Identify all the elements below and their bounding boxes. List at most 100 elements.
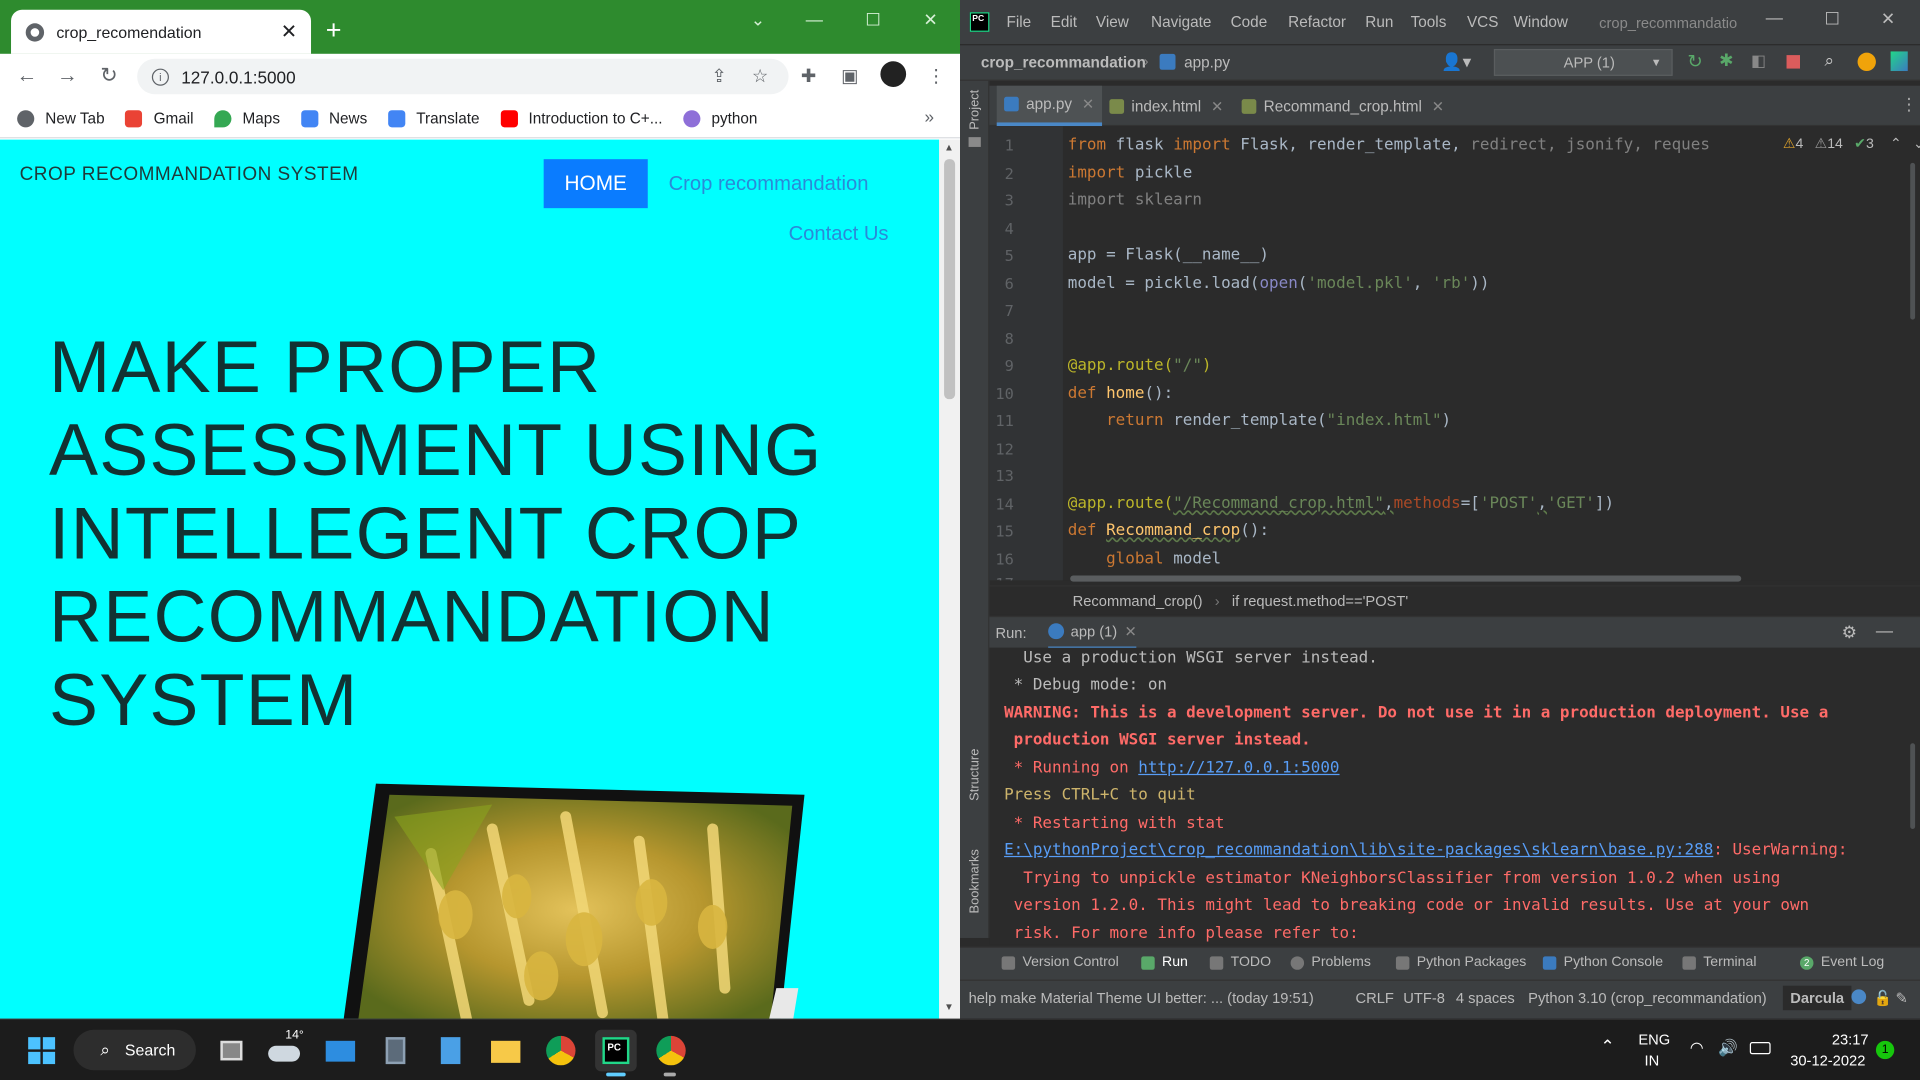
clock-time[interactable]: 23:17	[1832, 1031, 1869, 1048]
tab-options-icon[interactable]: ⋮	[1900, 94, 1917, 115]
structure-tool-label[interactable]: Structure	[967, 749, 982, 801]
run-console[interactable]: Use a production WSGI server instead. * …	[989, 647, 1920, 945]
tab-close-icon[interactable]: ✕	[1211, 97, 1223, 114]
bookmark-new-tab[interactable]: New Tab	[17, 109, 105, 127]
notification-icon[interactable]: ✎	[1896, 989, 1908, 1006]
server-url-link[interactable]: http://127.0.0.1:5000	[1138, 759, 1339, 777]
scroll-up-icon[interactable]: ▲	[944, 142, 954, 153]
tool-version-control[interactable]: Version Control	[1001, 955, 1119, 970]
bookmark-python[interactable]: python	[683, 109, 757, 127]
notification-badge[interactable]: 1	[1875, 1040, 1895, 1060]
project-name[interactable]: crop_recommandation	[981, 54, 1146, 71]
gear-icon[interactable]: ⚙	[1842, 622, 1857, 643]
tool-python-console[interactable]: Python Console	[1542, 955, 1663, 970]
language-ind[interactable]: ENG	[1638, 1031, 1670, 1048]
tab-close-icon[interactable]: ✕	[1125, 623, 1137, 640]
inspection-widget[interactable]: ⚠4 ⚠14 ✔3 ⌃ ⌄	[1783, 135, 1920, 152]
scrollbar-thumb[interactable]	[944, 159, 956, 400]
editor-scrollbar[interactable]	[1910, 162, 1916, 320]
run-config-select[interactable]: APP (1) ▼	[1493, 48, 1673, 76]
coverage-icon[interactable]: ◧	[1751, 51, 1766, 71]
project-tool-label[interactable]: Project	[967, 90, 982, 130]
breadcrumb-function[interactable]: Recommand_crop()	[1073, 592, 1203, 609]
file-explorer-icon[interactable]	[485, 1030, 527, 1072]
rerun-icon[interactable]: ↻	[1687, 50, 1702, 72]
menu-code[interactable]: Code	[1231, 13, 1268, 30]
site-info-icon[interactable]: i	[151, 67, 169, 86]
tab-close-icon[interactable]: ✕	[1432, 97, 1444, 114]
taskbar-search[interactable]: ⌕ Search	[73, 1029, 196, 1071]
menu-refactor[interactable]: Refactor	[1288, 13, 1346, 30]
code-editor[interactable]: 1 2 3 4 5 6 7 8 9 10 11 12 13 14 15 16 1…	[989, 126, 1920, 582]
notepad-icon[interactable]	[430, 1030, 472, 1072]
bookmark-gmail[interactable]: Gmail	[125, 109, 194, 127]
volume-icon[interactable]: 🔊	[1718, 1038, 1738, 1058]
menu-view[interactable]: View	[1096, 13, 1129, 30]
bookmark-maps[interactable]: Maps	[214, 109, 280, 127]
new-tab-button[interactable]: +	[326, 17, 342, 44]
back-arrow-icon[interactable]: ←	[12, 64, 41, 88]
line-separator[interactable]: CRLF	[1356, 989, 1394, 1006]
theme-name[interactable]: Darcula	[1782, 985, 1852, 1011]
breadcrumb-condition[interactable]: if request.method=='POST'	[1232, 592, 1408, 609]
page-scrollbar[interactable]: ▲ ▼	[939, 139, 961, 1019]
nav-contact-link[interactable]: Contact Us	[789, 223, 889, 246]
tab-search-icon[interactable]: ⌄	[740, 10, 777, 31]
file-encoding[interactable]: UTF-8	[1403, 989, 1445, 1006]
jetbrains-icon[interactable]	[1890, 51, 1908, 72]
tool-event-log[interactable]: 2 Event Log	[1800, 955, 1884, 970]
folder-icon[interactable]	[968, 137, 981, 147]
indent-setting[interactable]: 4 spaces	[1456, 989, 1515, 1006]
bookmark-news[interactable]: News	[300, 109, 367, 127]
close-window-button[interactable]: ✕	[1881, 9, 1895, 30]
weather-widget[interactable]: 14°	[264, 1029, 306, 1072]
minimize-button[interactable]: —	[1766, 7, 1783, 27]
editor-hscrollbar[interactable]	[1070, 575, 1742, 582]
update-icon[interactable]	[1857, 52, 1876, 72]
nav-home-button[interactable]: HOME	[543, 159, 648, 209]
bookmark-translate[interactable]: Translate	[388, 109, 479, 127]
debug-icon[interactable]: ✱	[1719, 50, 1733, 71]
console-scrollbar[interactable]	[1910, 743, 1916, 829]
extensions-icon[interactable]: ✚	[801, 65, 816, 87]
start-button[interactable]	[21, 1030, 63, 1072]
side-panel-icon[interactable]: ▣	[841, 65, 858, 87]
tab-close-icon[interactable]: ✕	[279, 20, 299, 44]
minimize-button[interactable]: —	[796, 10, 833, 30]
run-tab[interactable]: app (1) ✕	[1048, 617, 1137, 649]
tab-close-icon[interactable]: ✕	[1082, 96, 1094, 113]
calculator-icon[interactable]	[375, 1030, 417, 1072]
address-bar[interactable]: i 127.0.0.1:5000	[137, 58, 789, 95]
menu-tools[interactable]: Tools	[1411, 13, 1447, 30]
nav-crop-link[interactable]: Crop recommandation	[669, 173, 869, 196]
stop-icon[interactable]	[1786, 55, 1801, 69]
tab-app-py[interactable]: app.py ✕	[996, 85, 1102, 127]
tool-problems[interactable]: Problems	[1290, 955, 1371, 970]
menu-window[interactable]: Window	[1513, 13, 1567, 30]
chrome-profile-icon[interactable]	[650, 1030, 692, 1077]
menu-run[interactable]: Run	[1365, 13, 1393, 30]
lock-icon[interactable]: 🔓	[1873, 989, 1891, 1006]
file-path-link[interactable]: E:\pythonProject\crop_recommandation\lib…	[1004, 841, 1713, 859]
maximize-button[interactable]: ☐	[855, 10, 892, 31]
tool-python-packages[interactable]: Python Packages	[1395, 955, 1526, 970]
menu-edit[interactable]: Edit	[1051, 13, 1077, 30]
task-view-button[interactable]	[209, 1030, 251, 1072]
tray-chevron-icon[interactable]: ⌃	[1600, 1036, 1614, 1057]
bookmark-cpp[interactable]: Introduction to C+...	[500, 109, 662, 127]
interpreter[interactable]: Python 3.10 (crop_recommandation)	[1528, 989, 1767, 1006]
user-icon[interactable]: 👤▾	[1441, 51, 1471, 72]
close-window-button[interactable]: ✕	[912, 10, 949, 31]
menu-vcs[interactable]: VCS	[1467, 13, 1498, 30]
tab-recommand-crop-html[interactable]: Recommand_crop.html ✕	[1234, 86, 1451, 126]
forward-arrow-icon[interactable]: →	[53, 64, 82, 88]
clock-date[interactable]: 30-12-2022	[1790, 1052, 1865, 1069]
chevron-down-icon[interactable]: ⌄	[1913, 137, 1920, 152]
menu-file[interactable]: File	[1007, 13, 1032, 30]
tab-index-html[interactable]: index.html ✕	[1102, 86, 1231, 126]
hide-panel-icon[interactable]: —	[1876, 621, 1893, 641]
tool-todo[interactable]: TODO	[1209, 955, 1271, 970]
tool-terminal[interactable]: Terminal	[1682, 955, 1756, 970]
reload-icon[interactable]: ↻	[94, 64, 123, 88]
search-icon[interactable]: ⌕	[1824, 50, 1834, 71]
